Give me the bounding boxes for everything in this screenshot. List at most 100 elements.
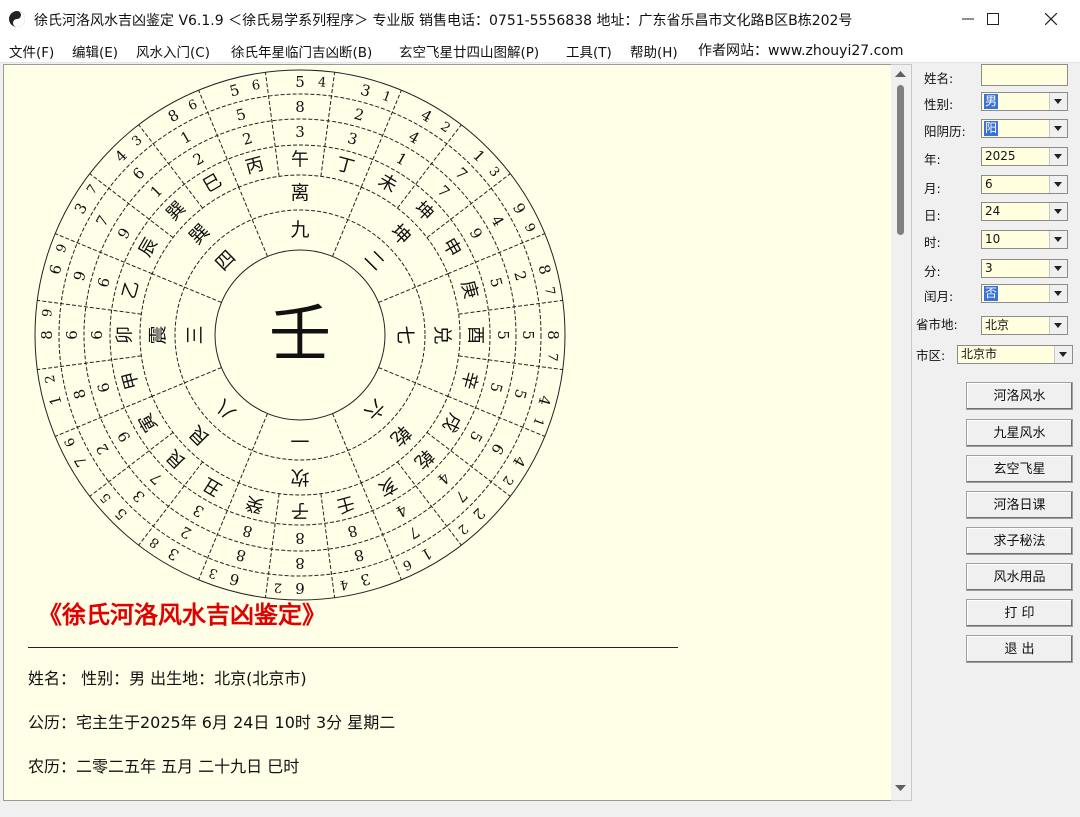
compass-inner-number: 2 xyxy=(241,129,255,149)
chevron-down-icon[interactable] xyxy=(1049,176,1067,193)
compass-inner-number: 3 xyxy=(190,501,207,521)
heluo-fengshui-button[interactable]: 河洛风水 xyxy=(966,382,1073,410)
menu-help[interactable]: 帮助(H) xyxy=(630,41,678,61)
compass-mountain: 艮 xyxy=(162,445,190,473)
xuankong-feixing-button[interactable]: 玄空飞星 xyxy=(966,455,1073,483)
compass-palace-number: 六 xyxy=(360,395,389,424)
compass-mountain: 丙 xyxy=(243,153,266,178)
menu-year-star[interactable]: 徐氏年星临门吉凶断(B) xyxy=(231,41,372,61)
compass-outer-number: 7 xyxy=(71,453,91,470)
print-button[interactable]: 打 印 xyxy=(966,599,1073,627)
heluo-rike-button[interactable]: 河洛日课 xyxy=(966,491,1073,519)
compass-trigram: 巽 xyxy=(185,220,214,249)
gender-label: 性别: xyxy=(924,97,954,112)
qiuzi-mifa-button[interactable]: 求子秘法 xyxy=(966,527,1073,555)
scroll-down-icon[interactable] xyxy=(895,785,906,792)
app-logo-icon xyxy=(9,11,25,27)
chevron-down-icon[interactable] xyxy=(1049,317,1067,334)
exit-button[interactable]: 退 出 xyxy=(966,635,1073,663)
minute-select[interactable]: 3 xyxy=(981,259,1068,278)
compass-inner-number: 9 xyxy=(114,225,134,242)
day-value: 24 xyxy=(985,204,1001,218)
author-website[interactable]: 作者网站：www.zhouyi27.com xyxy=(698,40,904,60)
close-icon xyxy=(1045,13,1057,25)
input-panel: 姓名: 性别: 男 阳阴历: 阳 年: 2025 月: 6 日: 24 时: 1… xyxy=(913,64,1080,804)
jiuxing-fengshui-button[interactable]: 九星风水 xyxy=(966,419,1073,447)
compass-middle-number: 9 xyxy=(70,269,90,283)
year-select[interactable]: 2025 xyxy=(981,147,1068,166)
scroll-up-icon[interactable] xyxy=(895,71,906,78)
compass-mountain: 巳 xyxy=(199,170,225,197)
chevron-down-icon[interactable] xyxy=(1049,93,1067,110)
district-label: 市区: xyxy=(916,348,946,363)
menu-xuankong[interactable]: 玄空飞星廿四山图解(P) xyxy=(399,41,539,61)
day-select[interactable]: 24 xyxy=(981,202,1068,221)
compass-middle-number: 2 xyxy=(352,105,366,125)
compass-outermost-number: 7 xyxy=(84,182,101,197)
menu-file[interactable]: 文件(F) xyxy=(9,41,54,61)
compass-divider xyxy=(360,482,402,581)
chevron-down-icon[interactable] xyxy=(1054,346,1072,363)
chevron-down-icon[interactable] xyxy=(1049,231,1067,248)
district-select[interactable]: 北京市 xyxy=(957,345,1073,364)
menu-tools[interactable]: 工具(T) xyxy=(566,41,612,61)
compass-inner-number: 1 xyxy=(147,182,166,201)
compass-middle-number: 2 xyxy=(510,269,530,283)
compass-middle-number: 7 xyxy=(405,522,422,542)
compass-mountain: 坤 xyxy=(410,197,438,225)
name-input[interactable] xyxy=(981,64,1068,86)
chevron-down-icon[interactable] xyxy=(1049,260,1067,277)
compass-divider xyxy=(54,395,153,437)
compass-mountain: 戌 xyxy=(438,409,465,435)
minute-label: 分: xyxy=(924,264,941,279)
compass-outermost-number: 2 xyxy=(437,119,452,136)
chevron-down-icon[interactable] xyxy=(1049,120,1067,137)
compass-outer-number: 3 xyxy=(165,544,182,564)
compass-inner-number: 6 xyxy=(88,330,106,340)
leap-month-select[interactable]: 否 xyxy=(981,284,1068,303)
compass-outermost-number: 9 xyxy=(521,221,538,235)
gender-select[interactable]: 男 xyxy=(981,92,1068,111)
compass-middle-number: 5 xyxy=(519,330,537,340)
compass-inner-number: 3 xyxy=(295,123,305,141)
compass-outer-number: 4 xyxy=(418,106,435,126)
compass-outer-number: 6 xyxy=(46,263,66,277)
compass-inner-number: 8 xyxy=(241,521,255,541)
compass-outermost-number: 6 xyxy=(251,78,262,94)
hour-select[interactable]: 10 xyxy=(981,230,1068,249)
month-select[interactable]: 6 xyxy=(981,175,1068,194)
compass-trigram: 坎 xyxy=(290,466,309,488)
year-value: 2025 xyxy=(985,149,1016,163)
month-label: 月: xyxy=(924,181,941,196)
scroll-thumb[interactable] xyxy=(897,85,904,235)
compass-inner-number: 4 xyxy=(434,469,453,488)
hour-value: 10 xyxy=(985,232,1001,246)
fengshui-products-button[interactable]: 风水用品 xyxy=(966,563,1073,591)
compass-middle-number: 4 xyxy=(487,212,507,229)
district-value: 北京市 xyxy=(961,347,998,361)
compass-middle-number: 2 xyxy=(92,440,112,457)
compass-outer-number: 4 xyxy=(111,146,130,165)
menu-fengshui-intro[interactable]: 风水入门(C) xyxy=(136,41,210,61)
vertical-scrollbar[interactable] xyxy=(891,64,912,801)
calendar-select[interactable]: 阳 xyxy=(981,119,1068,138)
compass-inner-number: 5 xyxy=(466,428,486,445)
close-button[interactable] xyxy=(1028,0,1074,38)
report-title: 《徐氏河洛风水吉凶鉴定》 xyxy=(38,600,326,629)
compass-mountain: 壬 xyxy=(334,492,357,517)
gender-value: 男 xyxy=(984,94,999,109)
compass-inner-number: 2 xyxy=(190,149,207,169)
compass-middle-number: 2 xyxy=(177,522,194,542)
chevron-down-icon[interactable] xyxy=(1049,148,1067,165)
menu-edit[interactable]: 编辑(E) xyxy=(72,41,118,61)
compass-middle-number: 6 xyxy=(63,330,81,340)
compass-mountain: 亥 xyxy=(374,473,400,500)
chevron-down-icon[interactable] xyxy=(1049,285,1067,302)
maximize-button[interactable] xyxy=(970,0,1016,38)
compass-inner-number: 8 xyxy=(295,529,305,547)
compass-outer-number: 4 xyxy=(534,394,554,408)
title-bar: 徐氏河洛风水吉凶鉴定 V6.1.9 ＜徐氏易学系列程序＞ 专业版 销售电话：07… xyxy=(0,0,1080,38)
compass-palace-number: 二 xyxy=(360,246,389,275)
chevron-down-icon[interactable] xyxy=(1049,203,1067,220)
province-select[interactable]: 北京 xyxy=(981,316,1068,335)
